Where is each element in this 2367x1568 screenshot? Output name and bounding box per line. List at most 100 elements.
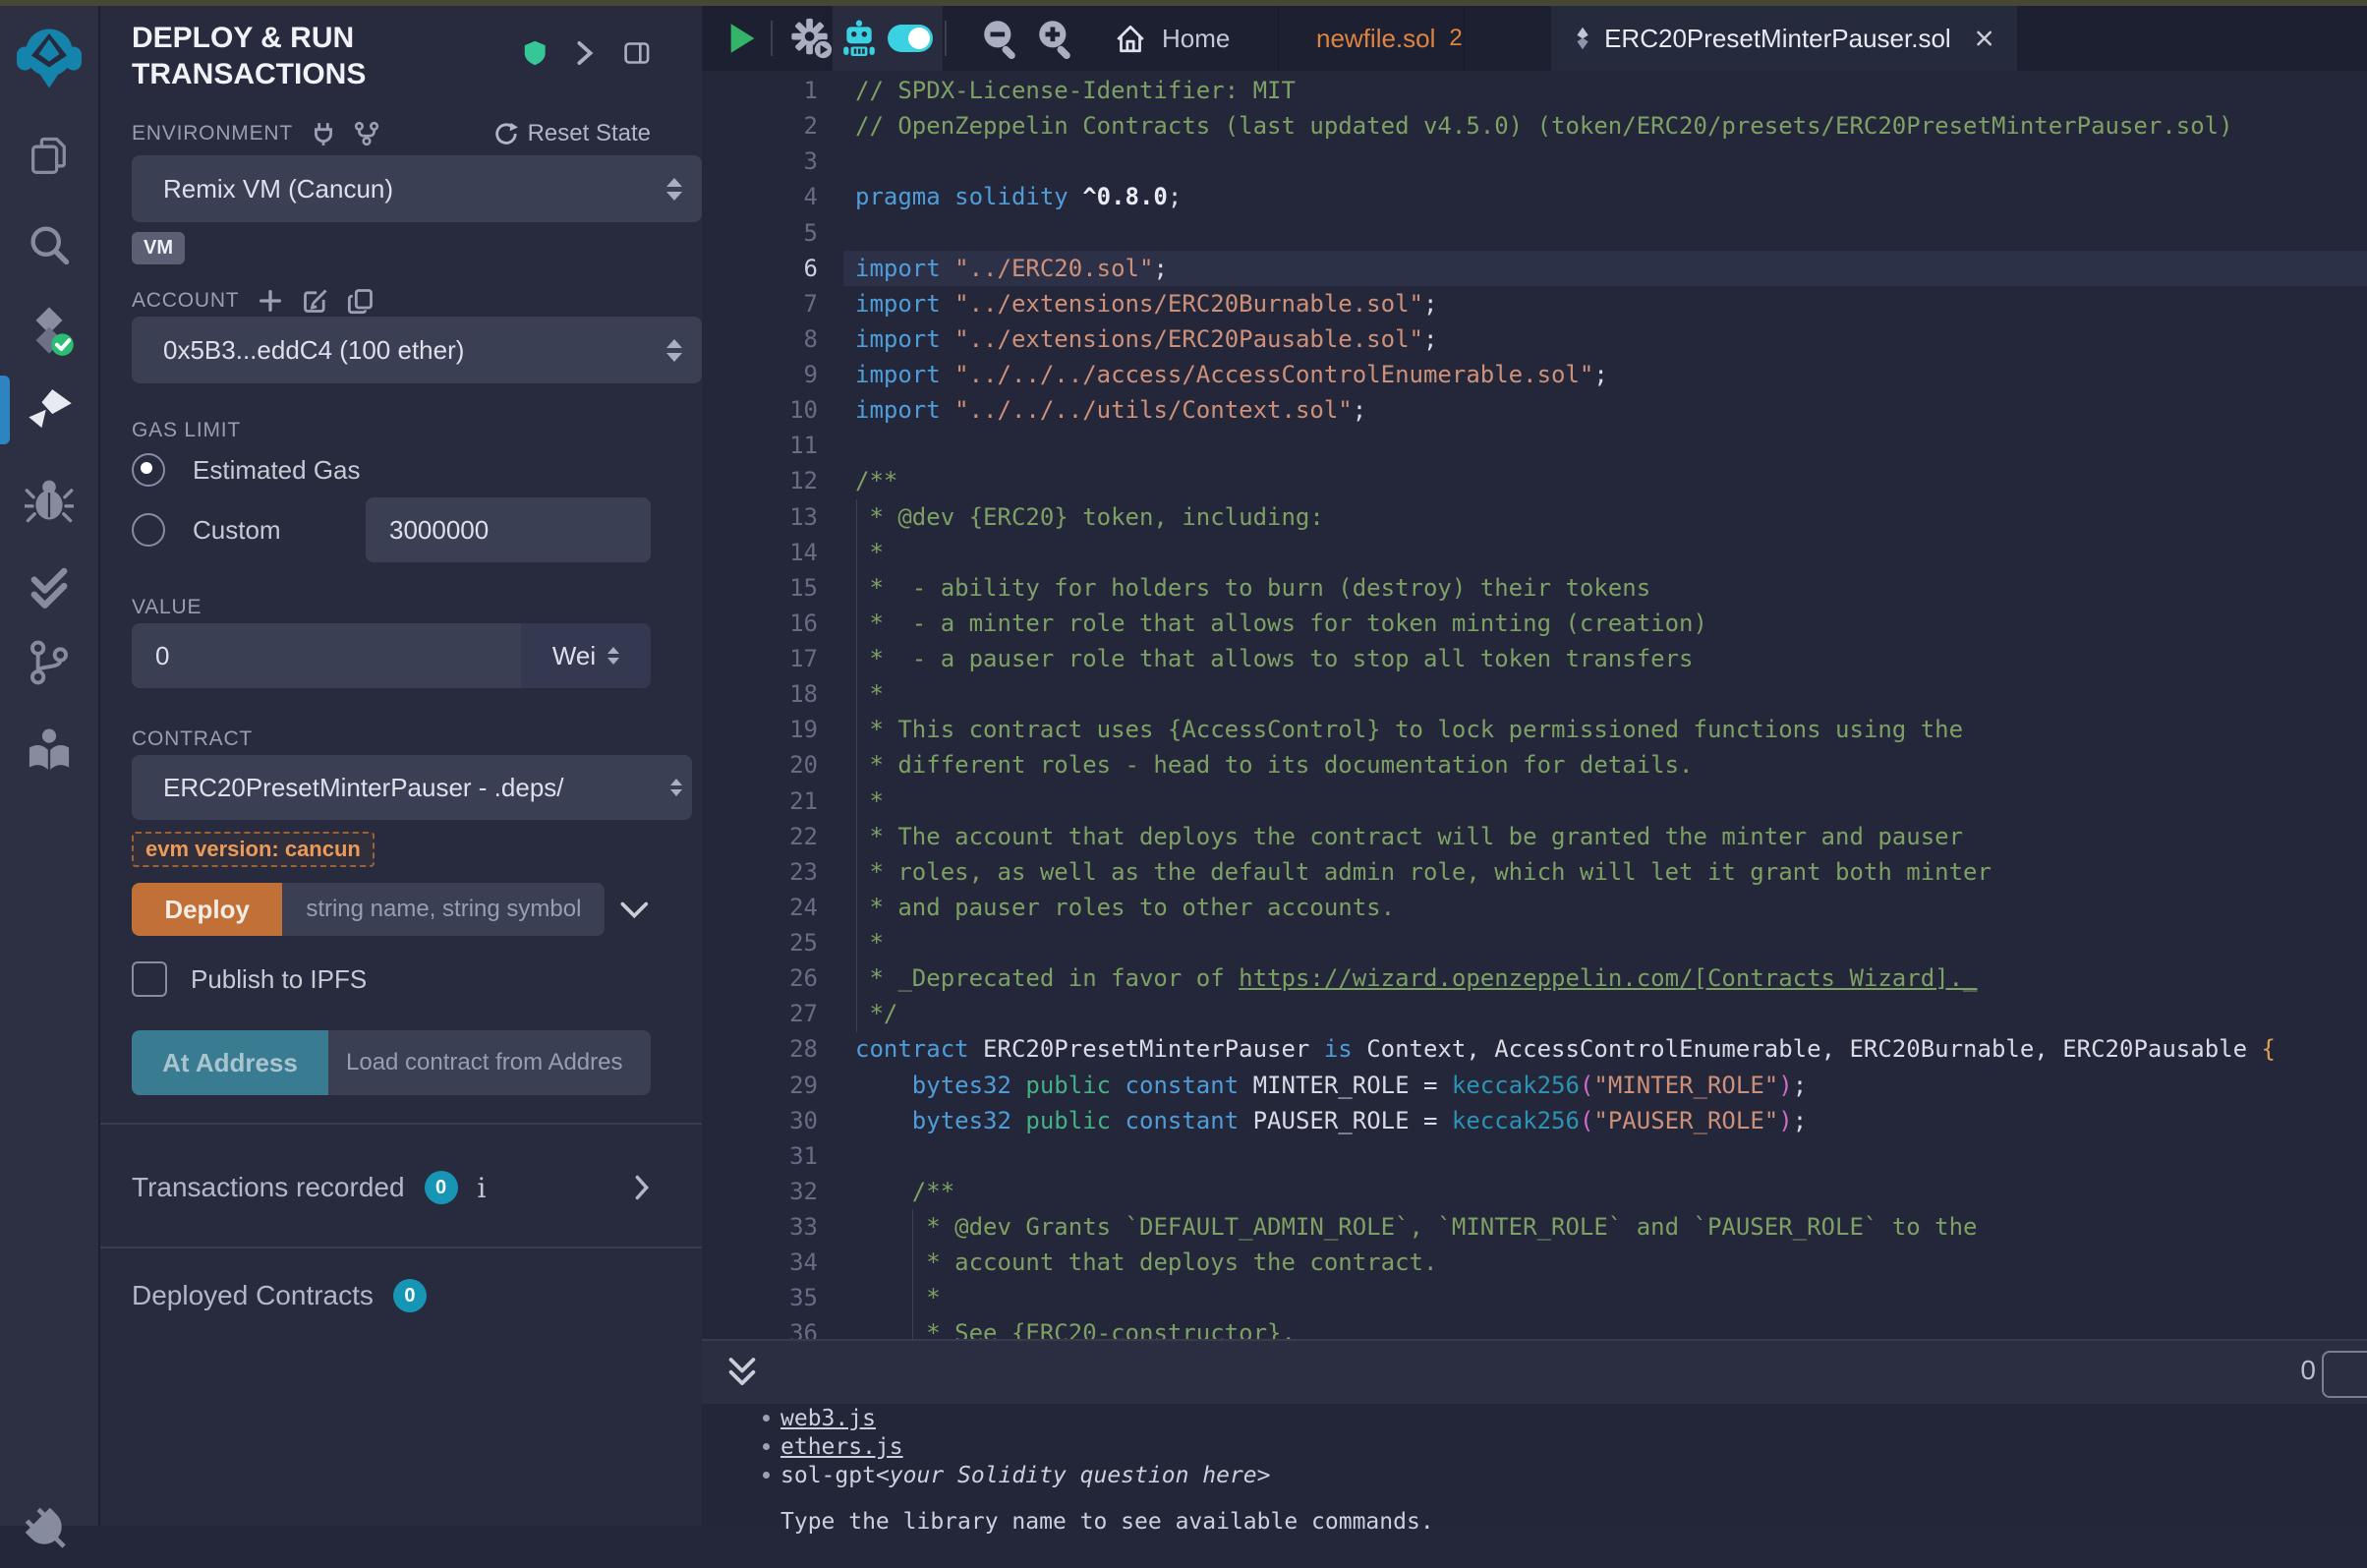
estimated-gas-option[interactable]: Estimated Gas	[132, 450, 651, 490]
terminal-search-input[interactable]	[2322, 1351, 2367, 1398]
chevron-right-icon[interactable]	[576, 38, 594, 68]
code-line[interactable]: 11	[702, 428, 2367, 463]
deployed-contracts-row[interactable]: Deployed Contracts 0	[132, 1276, 651, 1315]
sidebar-item-file-explorer[interactable]	[0, 130, 98, 183]
contract-value: ERC20PresetMinterPauser - .deps/	[163, 773, 564, 803]
terminal-listen-count: 0	[2300, 1355, 2316, 1386]
code-editor[interactable]: 1// SPDX-License-Identifier: MIT2// Open…	[702, 71, 2367, 1339]
fork-icon[interactable]	[354, 121, 379, 146]
terminal-link[interactable]: web3.js	[780, 1406, 876, 1431]
value-unit-select[interactable]: Wei	[521, 623, 651, 688]
sidebar-item-deploy-run[interactable]	[0, 385, 98, 440]
code-line[interactable]: 25 *	[702, 925, 2367, 960]
deploy-button[interactable]: Deploy	[132, 883, 282, 936]
terminal-link[interactable]: ethers.js	[780, 1434, 903, 1460]
at-address-button[interactable]: At Address	[132, 1030, 328, 1095]
code-line[interactable]: 5	[702, 215, 2367, 251]
custom-gas-option[interactable]: Custom 3000000	[132, 497, 651, 562]
code-line[interactable]: 2// OpenZeppelin Contracts (last updated…	[702, 108, 2367, 144]
code-line[interactable]: 10import "../../../utils/Context.sol";	[702, 392, 2367, 428]
deploy-args-input[interactable]: string name, string symbol	[282, 883, 605, 936]
code-line[interactable]: 23 * roles, as well as the default admin…	[702, 854, 2367, 890]
code-line[interactable]: 12/**	[702, 463, 2367, 498]
code-line[interactable]: 29 bytes32 public constant MINTER_ROLE =…	[702, 1068, 2367, 1103]
copy-icon[interactable]	[347, 287, 375, 315]
terminal-bar[interactable]: 0	[702, 1339, 2367, 1404]
code-line[interactable]: 7import "../extensions/ERC20Burnable.sol…	[702, 286, 2367, 321]
code-line[interactable]: 20 * different roles - head to its docum…	[702, 747, 2367, 783]
custom-gas-radio[interactable]	[132, 513, 165, 547]
code-line[interactable]: 36 * See {ERC20-constructor}.	[702, 1315, 2367, 1339]
expand-chevron-icon[interactable]	[633, 1174, 651, 1201]
code-line[interactable]: 15 * - ability for holders to burn (dest…	[702, 570, 2367, 606]
reset-state-button[interactable]: Reset State	[492, 120, 651, 147]
code-line[interactable]: 34 * account that deploys the contract.	[702, 1245, 2367, 1280]
custom-gas-input[interactable]: 3000000	[366, 497, 651, 562]
estimated-gas-radio[interactable]	[132, 453, 165, 487]
code-line[interactable]: 8import "../extensions/ERC20Pausable.sol…	[702, 321, 2367, 357]
edit-icon[interactable]	[302, 287, 329, 315]
code-line[interactable]: 14 *	[702, 535, 2367, 570]
code-line[interactable]: 31	[702, 1138, 2367, 1174]
info-icon[interactable]: i	[478, 1172, 487, 1204]
run-script-button[interactable]	[727, 6, 757, 71]
sidebar-item-git[interactable]	[0, 635, 98, 690]
account-select[interactable]: 0x5B3...eddC4 (100 ether)	[132, 317, 702, 383]
home-tab[interactable]: Home	[1113, 6, 1230, 71]
code-line[interactable]: 6import "../ERC20.sol";	[702, 251, 2367, 286]
sidebar-item-learneth[interactable]	[0, 722, 98, 781]
sidebar-item-solidity-compiler[interactable]	[0, 301, 98, 360]
zoom-in-button[interactable]	[1034, 6, 1079, 71]
tab-newfile[interactable]: newfile.sol 2	[1278, 6, 1465, 71]
transactions-recorded-row[interactable]: Transactions recorded 0 i	[132, 1168, 651, 1207]
terminal-output[interactable]: web3.js ethers.jssol-gpt <your Solidity q…	[702, 1404, 2367, 1526]
line-number: 13	[702, 503, 843, 531]
home-icon	[1113, 21, 1148, 56]
code-line[interactable]: 1// SPDX-License-Identifier: MIT	[702, 73, 2367, 108]
sidebar-item-search[interactable]	[0, 218, 98, 271]
ai-toggle-switch[interactable]	[888, 25, 933, 52]
code-line[interactable]: 3	[702, 144, 2367, 179]
publish-ipfs-checkbox[interactable]	[132, 961, 167, 997]
chevron-down-icon[interactable]	[618, 898, 651, 921]
contract-select[interactable]: ERC20PresetMinterPauser - .deps/	[132, 755, 692, 820]
terminal-collapse-button[interactable]	[725, 1355, 759, 1397]
value-input[interactable]: 0	[132, 623, 521, 688]
code-line[interactable]: 17 * - a pauser role that allows to stop…	[702, 641, 2367, 676]
zoom-out-button[interactable]	[979, 6, 1024, 71]
ai-assistant-icon[interactable]	[842, 20, 876, 57]
code-line[interactable]: 33 * @dev Grants `DEFAULT_ADMIN_ROLE`, `…	[702, 1209, 2367, 1245]
sidebar-item-unit-testing[interactable]	[0, 556, 98, 611]
reset-icon	[492, 121, 518, 146]
code-line[interactable]: 28contract ERC20PresetMinterPauser is Co…	[702, 1031, 2367, 1067]
environment-select[interactable]: Remix VM (Cancun)	[132, 155, 702, 222]
code-line[interactable]: 24 * and pauser roles to other accounts.	[702, 890, 2367, 925]
code-line[interactable]: 22 * The account that deploys the contra…	[702, 819, 2367, 854]
publish-ipfs-row[interactable]: Publish to IPFS	[132, 959, 651, 999]
code-line[interactable]: 19 * This contract uses {AccessControl} …	[702, 712, 2367, 747]
at-address-input[interactable]: Load contract from Addres	[328, 1030, 651, 1095]
code-line[interactable]: 9import "../../../access/AccessControlEn…	[702, 357, 2367, 392]
code-line[interactable]: 4pragma solidity ^0.8.0;	[702, 179, 2367, 214]
code-line[interactable]: 16 * - a minter role that allows for tok…	[702, 606, 2367, 641]
pin-panel-icon[interactable]	[623, 37, 651, 69]
code-line[interactable]: 13 * @dev {ERC20} token, including:	[702, 499, 2367, 535]
code-line[interactable]: 30 bytes32 public constant PAUSER_ROLE =…	[702, 1103, 2367, 1138]
code-line[interactable]: 26 * _Deprecated in favor of https://wiz…	[702, 960, 2367, 996]
close-icon[interactable]	[1975, 27, 1993, 50]
sidebar-item-plugin-manager[interactable]	[0, 1504, 98, 1559]
terminal-line: sol-gpt <your Solidity question here>	[702, 1461, 2367, 1489]
script-config-button[interactable]	[788, 6, 834, 71]
plug-icon[interactable]	[311, 121, 336, 146]
tab-erc20presetminterpauser[interactable]: ERC20PresetMinterPauser.sol	[1551, 6, 2017, 71]
code-line[interactable]: 32 /**	[702, 1174, 2367, 1209]
value-row: 0 Wei	[132, 623, 651, 688]
code-line[interactable]: 35 *	[702, 1280, 2367, 1315]
code-line[interactable]: 27 */	[702, 996, 2367, 1031]
plus-icon[interactable]	[257, 287, 284, 315]
code-line[interactable]: 21 *	[702, 784, 2367, 819]
remix-logo[interactable]	[0, 20, 98, 94]
code-line[interactable]: 18 *	[702, 676, 2367, 712]
sidebar-item-debugger[interactable]	[0, 472, 98, 527]
shield-icon[interactable]	[523, 37, 547, 69]
